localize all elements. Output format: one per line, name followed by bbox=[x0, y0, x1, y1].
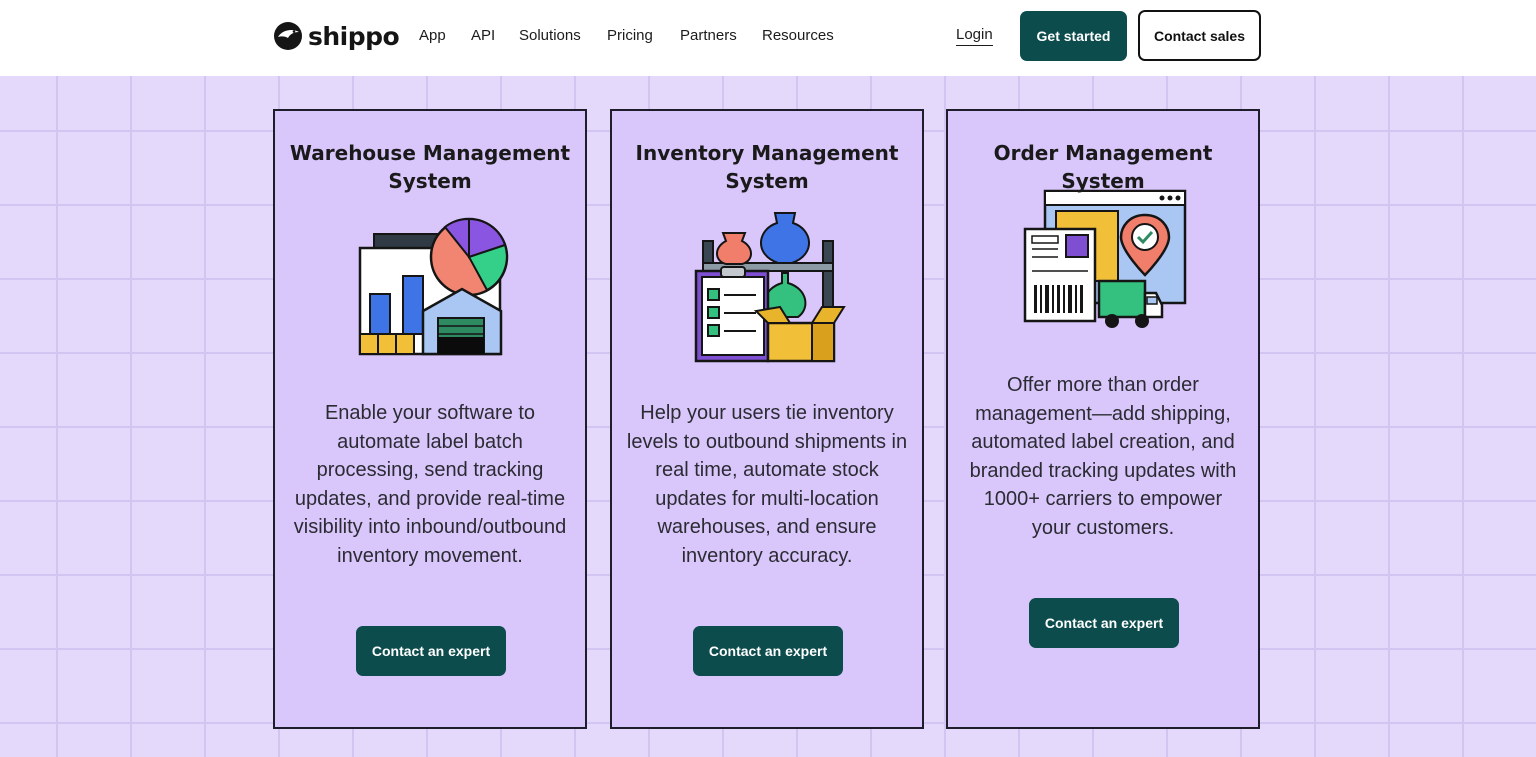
card-title: Warehouse Management System bbox=[285, 139, 575, 195]
nav-solutions[interactable]: Solutions bbox=[519, 26, 581, 46]
login-link[interactable]: Login bbox=[956, 26, 993, 46]
card-description: Offer more than order management—add shi… bbox=[969, 374, 1237, 539]
card-title: Order Management System bbox=[958, 139, 1248, 195]
nav-pricing[interactable]: Pricing bbox=[607, 26, 653, 46]
card-title-line-2: System bbox=[388, 169, 472, 193]
shippo-logo-icon bbox=[274, 22, 302, 50]
get-started-button[interactable]: Get started bbox=[1020, 11, 1127, 61]
card-title-line-1: Warehouse Management bbox=[289, 141, 571, 165]
card-warehouse-management: Warehouse Management System Enable your … bbox=[273, 109, 587, 729]
card-inventory-management: Inventory Management System Help your us… bbox=[610, 109, 924, 729]
card-title-line-1: Order Management System bbox=[993, 141, 1213, 193]
top-navigation-bar: shippo App API Solutions Pricing Partner… bbox=[0, 0, 1536, 76]
contact-expert-button[interactable]: Contact an expert bbox=[1029, 598, 1179, 648]
nav-partners[interactable]: Partners bbox=[680, 26, 737, 46]
card-title: Inventory Management System bbox=[622, 139, 912, 195]
card-order-management: Order Management System Offer more than … bbox=[946, 109, 1260, 729]
nav-resources[interactable]: Resources bbox=[762, 26, 834, 46]
nav-app[interactable]: App bbox=[419, 26, 446, 46]
contact-sales-button[interactable]: Contact sales bbox=[1138, 10, 1261, 61]
nav-api[interactable]: API bbox=[471, 26, 495, 46]
contact-expert-button[interactable]: Contact an expert bbox=[356, 626, 506, 676]
contact-expert-button[interactable]: Contact an expert bbox=[693, 626, 843, 676]
card-title-line-1: Inventory Management bbox=[635, 141, 899, 165]
card-title-line-2: System bbox=[725, 169, 809, 193]
card-description: Help your users tie inventory levels to … bbox=[626, 402, 908, 567]
card-description: Enable your software to automate label b… bbox=[293, 402, 567, 567]
logo-text: shippo bbox=[308, 21, 400, 51]
shippo-logo[interactable]: shippo bbox=[272, 18, 400, 54]
